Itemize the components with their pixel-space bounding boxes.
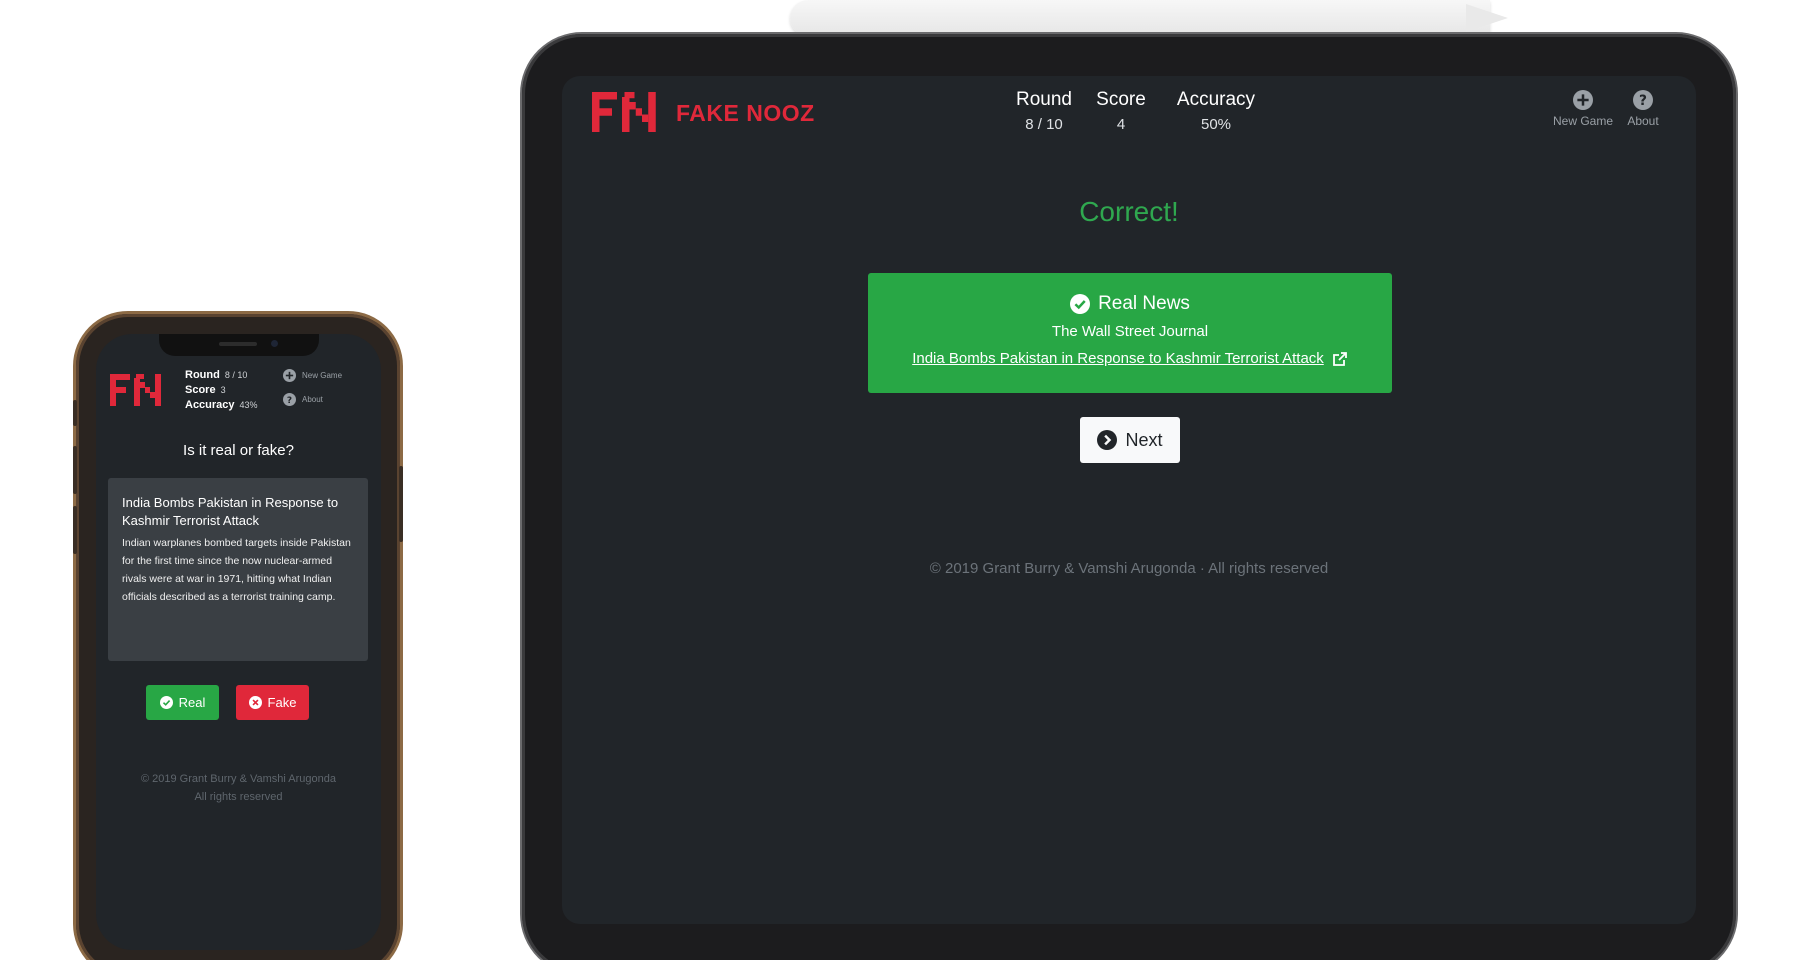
article-link[interactable]: India Bombs Pakistan in Response to Kash… xyxy=(868,350,1392,367)
article-headline: India Bombs Pakistan in Response to Kash… xyxy=(122,495,339,528)
article-summary: Indian warplanes bombed targets inside P… xyxy=(122,537,351,603)
new-game-label: New Game xyxy=(302,371,343,380)
question-prompt: Is it real or fake? xyxy=(183,442,294,459)
brand-name[interactable]: FAKE NOOZ xyxy=(676,100,815,127)
phone-new-game-button[interactable]: New Game xyxy=(283,369,342,382)
tablet-footer: © 2019 Grant Burry & Vamshi Arugonda · A… xyxy=(929,560,1329,577)
score-label: Score xyxy=(185,384,216,396)
round-value: 8 / 10 xyxy=(1025,116,1063,133)
score-stat: Score 4 xyxy=(1086,88,1156,133)
stylus-pencil-tip xyxy=(1466,4,1508,32)
about-label: About xyxy=(302,395,323,404)
copyright-line: © 2019 Grant Burry & Vamshi Arugonda xyxy=(140,773,336,785)
phone-side-button xyxy=(73,400,77,426)
about-label: About xyxy=(1627,114,1659,128)
question-circle-icon: ? xyxy=(283,393,296,406)
check-circle-icon xyxy=(159,696,173,709)
phone-footer: © 2019 Grant Burry & Vamshi Arugonda All… xyxy=(96,770,381,806)
phone-volume-down xyxy=(73,506,77,554)
accuracy-label: Accuracy xyxy=(1176,89,1256,110)
fake-button-label: Fake xyxy=(267,695,297,710)
phone-notch xyxy=(159,334,319,356)
score-value: 4 xyxy=(1116,116,1126,133)
times-circle-icon xyxy=(248,696,262,709)
fn-logo-icon[interactable] xyxy=(110,374,166,406)
phone-speaker xyxy=(219,342,257,346)
next-button[interactable]: Next xyxy=(1080,417,1180,463)
fn-logo-icon[interactable] xyxy=(592,92,662,132)
phone-camera xyxy=(271,340,278,347)
svg-text:?: ? xyxy=(1639,93,1647,109)
article-link-text[interactable]: India Bombs Pakistan in Response to Kash… xyxy=(912,350,1324,367)
answer-card: Real News The Wall Street Journal India … xyxy=(868,273,1392,393)
stylus-pencil xyxy=(790,0,1490,36)
new-game-label: New Game xyxy=(1552,114,1614,128)
real-button[interactable]: Real xyxy=(146,685,219,720)
about-button[interactable]: ? About xyxy=(1618,90,1668,128)
accuracy-label: Accuracy xyxy=(185,399,235,411)
phone-game-stats: Round 8 / 10 Score 3 Accuracy 43% xyxy=(185,368,258,413)
external-link-icon xyxy=(1332,351,1347,366)
phone-power-button xyxy=(399,466,403,542)
accuracy-value: 50% xyxy=(1200,116,1232,133)
phone-screen: Round 8 / 10 Score 3 Accuracy 43% New Game … xyxy=(96,334,381,950)
score-value: 3 xyxy=(220,385,226,395)
tablet-screen: FAKE NOOZ Round 8 / 10 Score 4 Accuracy … xyxy=(562,76,1696,924)
next-button-label: Next xyxy=(1125,429,1163,450)
plus-circle-icon xyxy=(1573,90,1593,110)
real-button-label: Real xyxy=(178,695,206,710)
phone-about-button[interactable]: ? About xyxy=(283,393,323,406)
accuracy-stat: Accuracy 50% xyxy=(1166,88,1266,133)
article-card: India Bombs Pakistan in Response to Kash… xyxy=(108,478,368,661)
plus-circle-icon xyxy=(283,369,296,382)
arrow-right-circle-icon xyxy=(1097,430,1118,450)
svg-text:?: ? xyxy=(287,396,292,406)
round-value: 8 / 10 xyxy=(224,370,248,380)
verdict-row: Real News xyxy=(868,293,1392,315)
score-label: Score xyxy=(1096,89,1146,110)
phone-volume-up xyxy=(73,446,77,494)
new-game-button[interactable]: New Game xyxy=(1548,90,1618,128)
verdict-text: Real News xyxy=(1098,293,1190,314)
news-source: The Wall Street Journal xyxy=(1051,323,1209,340)
check-circle-icon xyxy=(1070,294,1091,314)
question-circle-icon: ? xyxy=(1633,90,1653,110)
round-label: Round xyxy=(1016,89,1072,110)
round-label: Round xyxy=(185,369,220,381)
fake-button[interactable]: Fake xyxy=(236,685,309,720)
result-message: Correct! xyxy=(1079,196,1179,227)
rights-line: All rights reserved xyxy=(194,791,283,803)
round-stat: Round 8 / 10 xyxy=(1004,88,1084,133)
accuracy-value: 43% xyxy=(239,400,258,410)
